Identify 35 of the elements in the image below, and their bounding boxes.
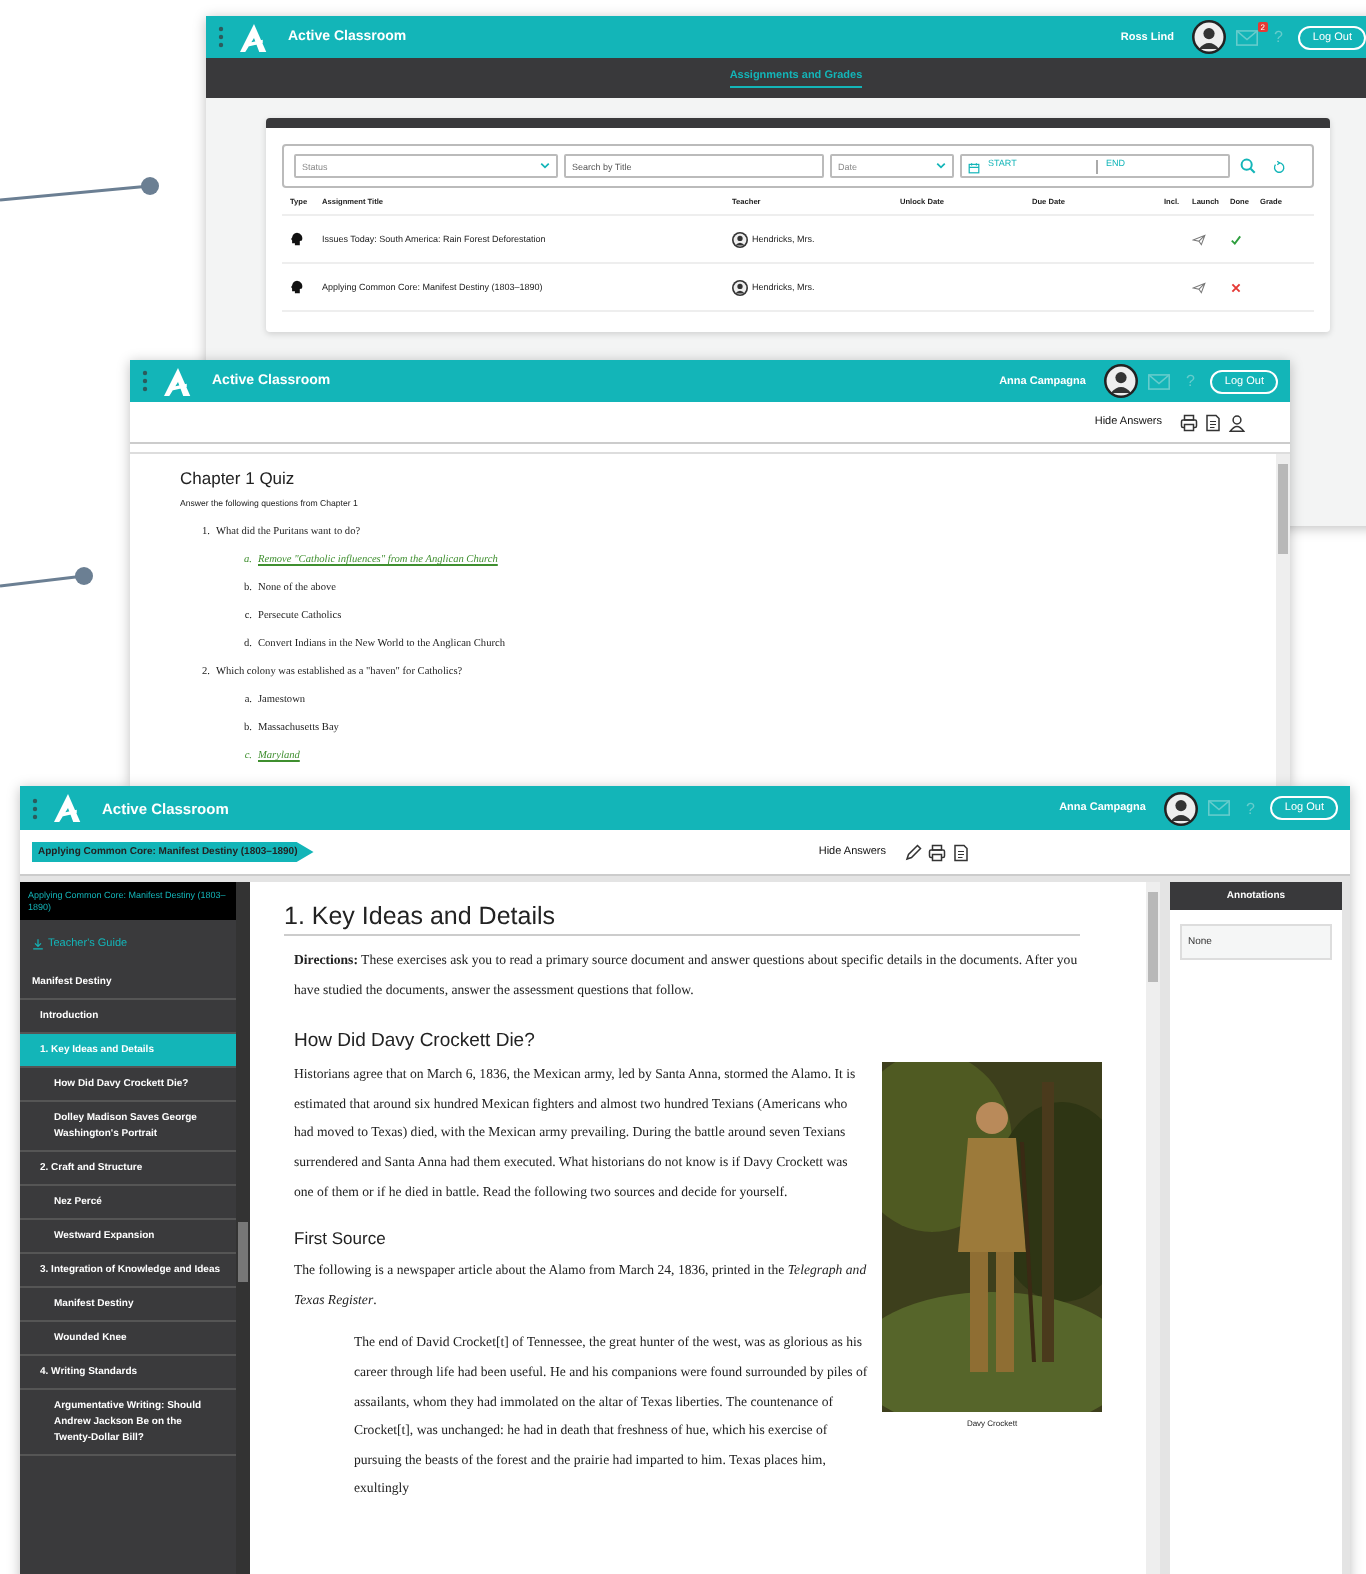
head-icon — [290, 280, 304, 294]
pencil-icon[interactable] — [904, 843, 922, 861]
article-title: 1. Key Ideas and Details — [284, 902, 1080, 936]
person-icon[interactable] — [1228, 413, 1246, 431]
section-heading: First Source — [294, 1228, 388, 1249]
avatar-icon[interactable] — [1163, 791, 1198, 825]
quiz-title: Chapter 1 Quiz — [180, 468, 297, 488]
download-icon — [32, 938, 44, 951]
refresh-icon[interactable] — [1272, 159, 1286, 173]
document-icon[interactable] — [952, 843, 970, 861]
avatar-icon[interactable] — [1191, 20, 1226, 54]
printer-icon[interactable] — [1180, 413, 1198, 431]
scrollbar[interactable] — [236, 882, 250, 1574]
document-icon[interactable] — [1204, 413, 1222, 431]
menu-icon[interactable] — [142, 370, 148, 392]
head-icon — [290, 232, 304, 246]
search-icon[interactable] — [1240, 158, 1256, 174]
scrollbar[interactable] — [1276, 454, 1290, 786]
avatar-icon — [732, 231, 748, 247]
menu-icon[interactable] — [218, 26, 224, 48]
paper-plane-icon[interactable] — [1192, 281, 1206, 293]
section-heading: How Did Davy Crockett Die? — [294, 1030, 537, 1053]
logo-icon — [164, 367, 192, 395]
pointer-line — [0, 567, 93, 588]
printer-icon[interactable] — [928, 843, 946, 861]
scrollbar[interactable] — [1146, 882, 1160, 1574]
chevron-down-icon — [540, 162, 550, 170]
calendar-icon — [968, 161, 980, 173]
menu-icon[interactable] — [32, 797, 38, 819]
paper-plane-icon[interactable] — [1192, 233, 1206, 245]
avatar-icon — [732, 279, 748, 295]
logo-icon — [54, 794, 82, 822]
chevron-down-icon — [936, 162, 946, 170]
logo-icon — [240, 23, 268, 51]
avatar-icon[interactable] — [1103, 364, 1138, 398]
